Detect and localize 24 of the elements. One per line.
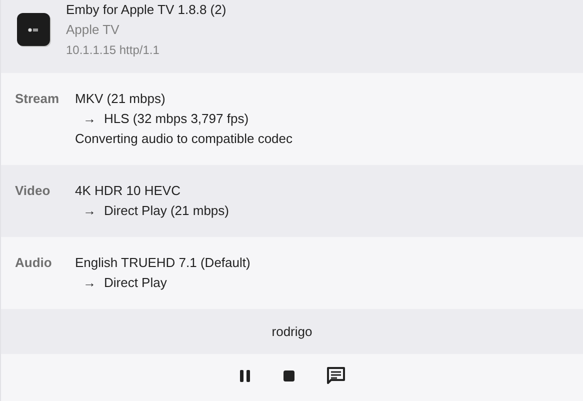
message-icon: [326, 366, 346, 386]
stop-button[interactable]: [282, 368, 296, 382]
arrow-icon: →: [83, 109, 96, 129]
pause-icon: [238, 368, 252, 382]
device-address: 10.1.1.15 http/1.1: [66, 42, 160, 59]
user-name: rodrigo: [272, 324, 312, 339]
detail-label: Video: [15, 182, 52, 200]
tv-box-icon: [16, 12, 52, 48]
app-name: Emby for Apple TV 1.8.8 (2): [66, 1, 226, 19]
detail-value: Direct Play: [104, 274, 167, 292]
device-name: Apple TV: [66, 21, 120, 39]
detail-value: Direct Play (21 mbps): [104, 202, 229, 220]
message-button[interactable]: [326, 366, 346, 386]
detail-value: MKV (21 mbps): [75, 90, 166, 108]
detail-value: English TRUEHD 7.1 (Default): [75, 254, 250, 272]
stop-icon: [282, 368, 296, 382]
arrow-icon: →: [83, 273, 96, 293]
arrow-icon: →: [83, 201, 96, 221]
detail-label: Stream: [15, 90, 60, 108]
pause-button[interactable]: [238, 368, 252, 382]
detail-value: HLS (32 mbps 3,797 fps): [104, 110, 249, 128]
detail-label: Audio: [15, 254, 53, 272]
detail-value: Converting audio to compatible codec: [75, 130, 293, 148]
detail-value: 4K HDR 10 HEVC: [75, 182, 182, 200]
